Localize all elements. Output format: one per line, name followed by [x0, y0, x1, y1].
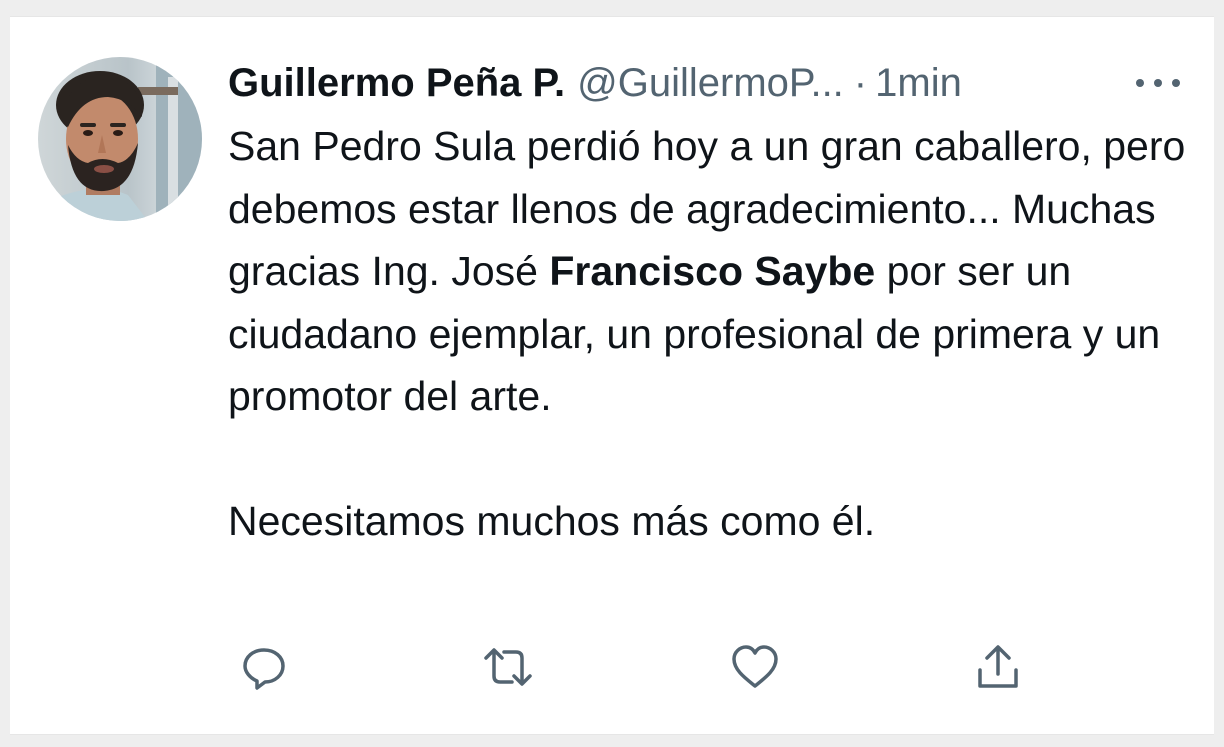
mentioned-name: Francisco Saybe	[549, 248, 876, 294]
retweet-icon	[484, 648, 532, 686]
profile-photo	[38, 57, 202, 221]
separator-dot: ·	[853, 61, 868, 105]
tweet-paragraph: San Pedro Sula perdió hoy a un gran caba…	[228, 115, 1198, 428]
share-button[interactable]	[968, 637, 1028, 697]
author-handle[interactable]: @GuillermoP...	[577, 55, 844, 111]
tweet-paragraph-2: Necesitamos muchos más como él.	[228, 498, 876, 544]
timestamp[interactable]: 1min	[875, 55, 962, 111]
reply-button[interactable]	[234, 637, 294, 697]
like-button[interactable]	[725, 637, 785, 697]
share-icon	[978, 645, 1018, 688]
more-icon	[1136, 79, 1180, 87]
avatar[interactable]	[38, 57, 202, 221]
retweet-button[interactable]	[478, 637, 538, 697]
tweet-header: Guillermo Peña P. @GuillermoP... · 1min	[228, 55, 962, 111]
more-button[interactable]	[1128, 63, 1188, 103]
tweet-text: San Pedro Sula perdió hoy a un gran caba…	[228, 115, 1198, 553]
like-icon	[732, 645, 778, 688]
tweet-actions	[228, 637, 1048, 697]
tweet-card[interactable]: Guillermo Peña P. @GuillermoP... · 1min …	[10, 16, 1214, 735]
reply-icon	[243, 648, 285, 690]
author-name[interactable]: Guillermo Peña P.	[228, 55, 565, 111]
